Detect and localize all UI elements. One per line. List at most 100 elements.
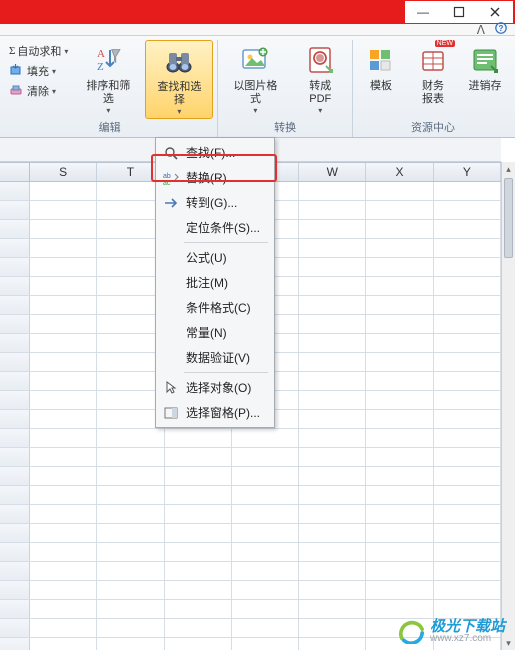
- menu-goto[interactable]: 转到(G)...: [158, 190, 272, 215]
- cell[interactable]: [30, 638, 97, 650]
- cell[interactable]: [30, 315, 97, 333]
- cell[interactable]: [97, 505, 164, 523]
- cell[interactable]: [165, 562, 232, 580]
- cell[interactable]: [299, 296, 366, 314]
- cell[interactable]: [366, 182, 433, 200]
- cell[interactable]: [30, 410, 97, 428]
- row-header[interactable]: [0, 353, 30, 371]
- template-button[interactable]: 模板: [357, 40, 405, 95]
- cell[interactable]: [366, 467, 433, 485]
- row-header[interactable]: [0, 296, 30, 314]
- cell[interactable]: [232, 619, 299, 637]
- cell[interactable]: [30, 277, 97, 295]
- cell[interactable]: [165, 619, 232, 637]
- menu-replace[interactable]: abac 替换(R)...: [158, 165, 272, 190]
- cell[interactable]: [30, 543, 97, 561]
- cell[interactable]: [232, 486, 299, 504]
- minimize-button[interactable]: —: [405, 1, 441, 23]
- row-header[interactable]: [0, 315, 30, 333]
- cell[interactable]: [299, 581, 366, 599]
- cell[interactable]: [434, 353, 501, 371]
- cell[interactable]: [97, 524, 164, 542]
- menu-selection-pane[interactable]: 选择窗格(P)...: [158, 400, 272, 425]
- cell[interactable]: [165, 486, 232, 504]
- scroll-thumb[interactable]: [504, 178, 513, 258]
- row-header[interactable]: [0, 182, 30, 200]
- cell[interactable]: [434, 372, 501, 390]
- finance-button[interactable]: NEW 财务报表: [409, 40, 457, 108]
- cell[interactable]: [434, 467, 501, 485]
- column-header[interactable]: Y: [434, 163, 501, 181]
- cell[interactable]: [299, 505, 366, 523]
- cell[interactable]: [434, 239, 501, 257]
- row-header[interactable]: [0, 619, 30, 637]
- cell[interactable]: [366, 581, 433, 599]
- cell[interactable]: [299, 391, 366, 409]
- cell[interactable]: [299, 467, 366, 485]
- cell[interactable]: [434, 410, 501, 428]
- cell[interactable]: [30, 258, 97, 276]
- row-header[interactable]: [0, 505, 30, 523]
- cell[interactable]: [366, 562, 433, 580]
- menu-cond-format[interactable]: 条件格式(C): [158, 295, 272, 320]
- menu-goto-special[interactable]: 定位条件(S)...: [158, 215, 272, 240]
- cell[interactable]: [299, 524, 366, 542]
- row-header[interactable]: [0, 448, 30, 466]
- maximize-button[interactable]: [441, 1, 477, 23]
- cell[interactable]: [366, 277, 433, 295]
- cell[interactable]: [366, 296, 433, 314]
- cell[interactable]: [434, 315, 501, 333]
- find-select-button[interactable]: 查找和选择 ▾: [145, 40, 213, 119]
- cell[interactable]: [299, 201, 366, 219]
- cell[interactable]: [299, 638, 366, 650]
- row-header[interactable]: [0, 410, 30, 428]
- cell[interactable]: [30, 220, 97, 238]
- cell[interactable]: [299, 372, 366, 390]
- menu-find[interactable]: 查找(F)...: [158, 140, 272, 165]
- cell[interactable]: [299, 334, 366, 352]
- cell[interactable]: [366, 543, 433, 561]
- cell[interactable]: [434, 448, 501, 466]
- cell[interactable]: [30, 619, 97, 637]
- cell[interactable]: [299, 239, 366, 257]
- row-header[interactable]: [0, 543, 30, 561]
- ribbon-collapse-button[interactable]: ᐱ: [477, 23, 485, 37]
- cell[interactable]: [30, 486, 97, 504]
- cell[interactable]: [30, 429, 97, 447]
- cell[interactable]: [30, 334, 97, 352]
- cell[interactable]: [299, 277, 366, 295]
- cell[interactable]: [366, 372, 433, 390]
- row-header[interactable]: [0, 429, 30, 447]
- row-header[interactable]: [0, 239, 30, 257]
- cell[interactable]: [299, 486, 366, 504]
- row-header[interactable]: [0, 258, 30, 276]
- cell[interactable]: [30, 296, 97, 314]
- cell[interactable]: [232, 467, 299, 485]
- cell[interactable]: [97, 562, 164, 580]
- cell[interactable]: [366, 220, 433, 238]
- help-button[interactable]: ?: [495, 22, 507, 37]
- cell[interactable]: [434, 334, 501, 352]
- autosum-button[interactable]: Σ 自动求和 ▾: [6, 42, 71, 60]
- row-header[interactable]: [0, 524, 30, 542]
- cell[interactable]: [299, 410, 366, 428]
- cell[interactable]: [299, 429, 366, 447]
- cell[interactable]: [434, 581, 501, 599]
- cell[interactable]: [434, 486, 501, 504]
- cell[interactable]: [232, 581, 299, 599]
- cell[interactable]: [30, 562, 97, 580]
- cell[interactable]: [97, 543, 164, 561]
- cell[interactable]: [165, 581, 232, 599]
- row-header[interactable]: [0, 638, 30, 650]
- cell[interactable]: [30, 448, 97, 466]
- cell[interactable]: [366, 315, 433, 333]
- cell[interactable]: [232, 543, 299, 561]
- cell[interactable]: [30, 600, 97, 618]
- row-header[interactable]: [0, 486, 30, 504]
- column-header[interactable]: W: [299, 163, 366, 181]
- cell[interactable]: [232, 448, 299, 466]
- cell[interactable]: [366, 505, 433, 523]
- scroll-up-button[interactable]: ▴: [502, 162, 515, 176]
- cell[interactable]: [30, 372, 97, 390]
- cell[interactable]: [299, 619, 366, 637]
